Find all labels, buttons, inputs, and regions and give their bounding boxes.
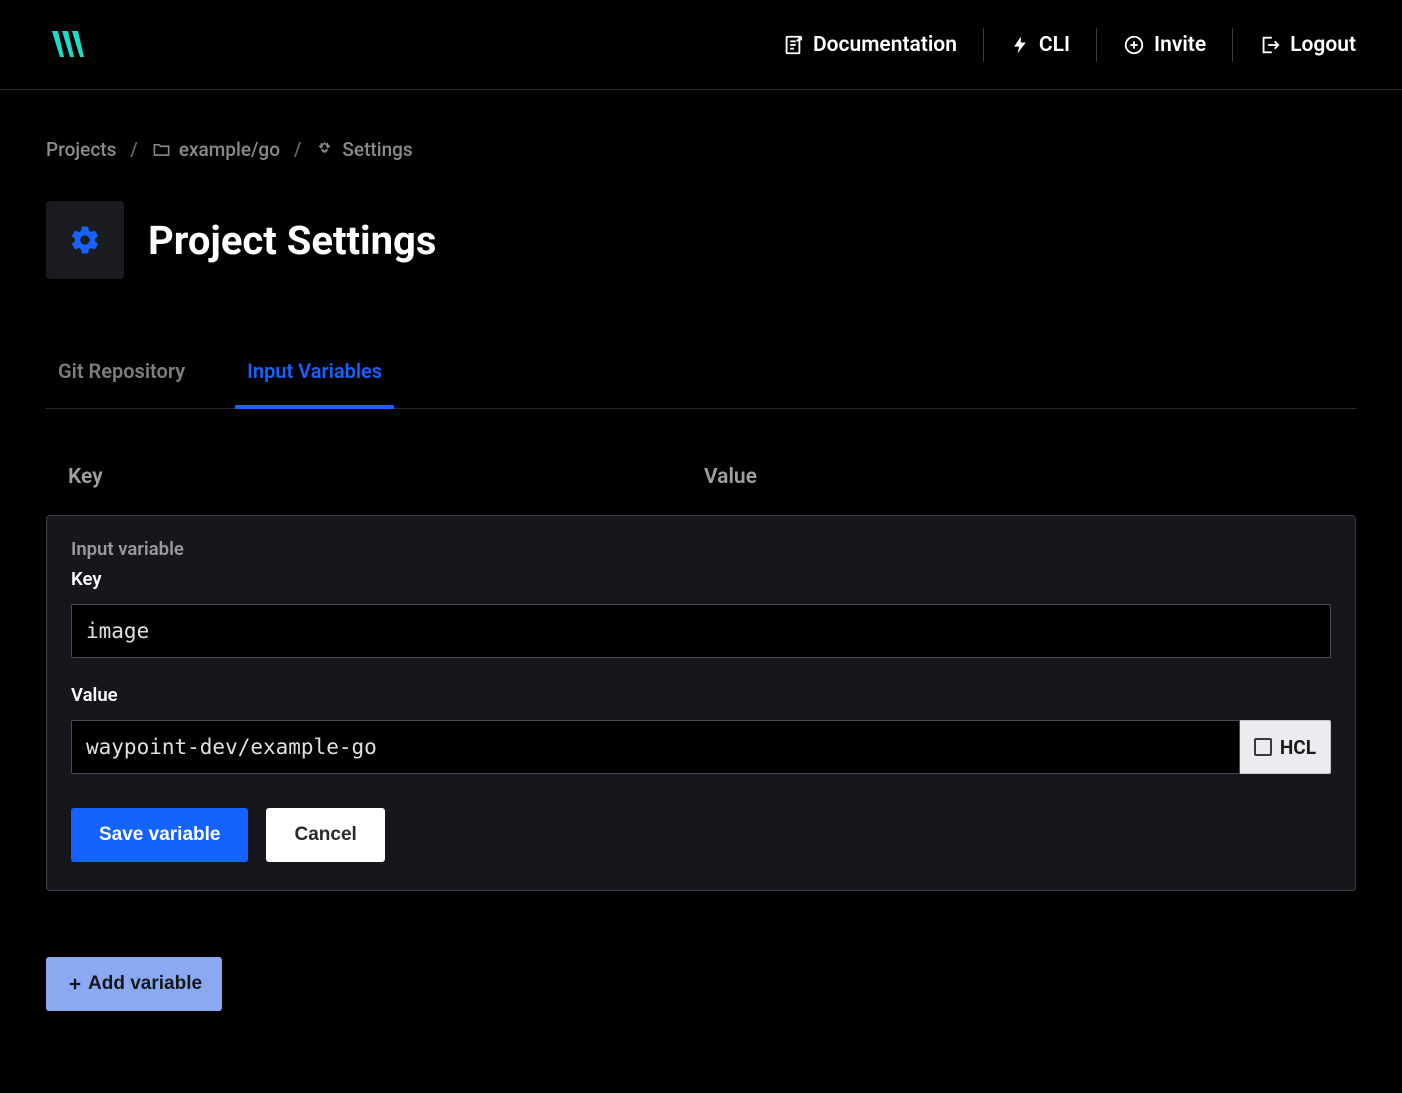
bolt-icon — [1010, 35, 1030, 55]
folder-icon — [152, 140, 171, 159]
page-header: Project Settings — [46, 201, 1356, 279]
document-icon — [782, 34, 804, 56]
hcl-toggle[interactable]: HCL — [1240, 720, 1331, 774]
form-buttons: Save variable Cancel — [71, 808, 1331, 862]
column-key-header: Key — [68, 465, 704, 489]
plus-icon — [66, 975, 84, 993]
hcl-checkbox[interactable] — [1254, 738, 1272, 756]
nav-documentation-label: Documentation — [813, 33, 957, 57]
page-icon-box — [46, 201, 124, 279]
gear-icon — [69, 224, 101, 256]
waypoint-logo-icon — [46, 23, 90, 67]
value-input[interactable] — [71, 720, 1240, 774]
nav-logout-label: Logout — [1290, 33, 1356, 57]
top-navigation: Documentation CLI Invite Logout — [782, 28, 1356, 62]
breadcrumb-separator: / — [294, 138, 301, 161]
variable-card: Input variable Key Value HCL Save variab… — [46, 515, 1356, 891]
nav-cli[interactable]: CLI — [1010, 33, 1070, 57]
breadcrumb: Projects / example/go / Settings — [46, 138, 1356, 161]
breadcrumb-projects[interactable]: Projects — [46, 138, 116, 161]
add-variable-button[interactable]: Add variable — [46, 957, 222, 1011]
nav-invite[interactable]: Invite — [1123, 33, 1206, 57]
add-variable-label: Add variable — [88, 973, 202, 995]
breadcrumb-separator: / — [130, 138, 137, 161]
key-label: Key — [71, 568, 1331, 590]
tab-input-variables[interactable]: Input Variables — [235, 359, 394, 409]
topbar: Documentation CLI Invite Logout — [0, 0, 1402, 90]
tabs: Git Repository Input Variables — [46, 359, 1356, 409]
tab-git-repository[interactable]: Git Repository — [46, 359, 197, 409]
table-header: Key Value — [46, 465, 1356, 489]
breadcrumb-settings[interactable]: Settings — [315, 138, 412, 161]
plus-circle-icon — [1123, 34, 1145, 56]
logout-icon — [1259, 34, 1281, 56]
card-title: Input variable — [71, 538, 1331, 560]
key-input[interactable] — [71, 604, 1331, 658]
value-label: Value — [71, 684, 1331, 706]
breadcrumb-projects-label: Projects — [46, 138, 116, 161]
column-value-header: Value — [704, 465, 1334, 489]
brand-logo[interactable] — [46, 23, 90, 67]
nav-documentation[interactable]: Documentation — [782, 33, 957, 57]
breadcrumb-project-label: example/go — [179, 138, 280, 161]
save-variable-button[interactable]: Save variable — [71, 808, 248, 862]
nav-cli-label: CLI — [1039, 33, 1070, 57]
hcl-label: HCL — [1280, 736, 1316, 759]
main-content: Projects / example/go / Settings Project… — [0, 90, 1402, 1059]
gear-icon — [315, 140, 334, 159]
breadcrumb-project[interactable]: example/go — [152, 138, 280, 161]
nav-logout[interactable]: Logout — [1259, 33, 1356, 57]
nav-divider — [1232, 28, 1233, 62]
nav-divider — [1096, 28, 1097, 62]
nav-invite-label: Invite — [1154, 33, 1206, 57]
cancel-button[interactable]: Cancel — [266, 808, 384, 862]
nav-divider — [983, 28, 984, 62]
breadcrumb-settings-label: Settings — [342, 138, 412, 161]
page-title: Project Settings — [148, 217, 436, 264]
